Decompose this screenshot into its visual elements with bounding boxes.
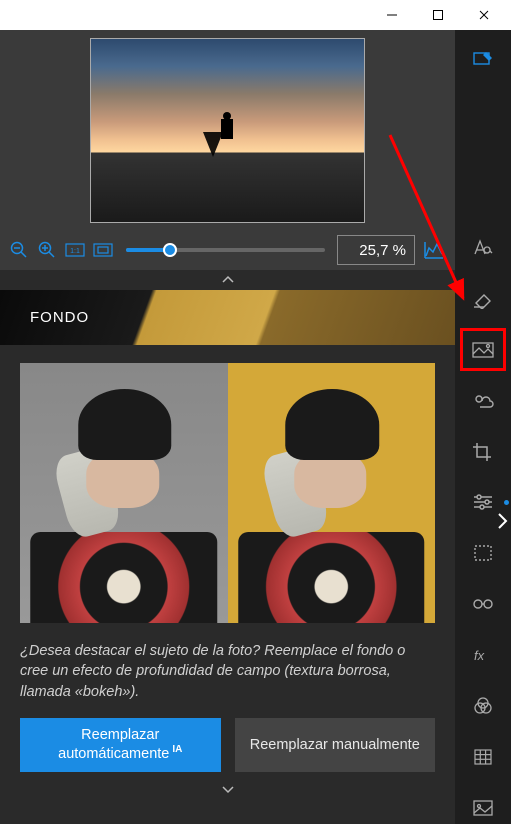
venn-tool-icon[interactable]	[465, 689, 501, 722]
collapse-up-button[interactable]	[0, 270, 455, 290]
edit-tool-icon[interactable]	[465, 44, 501, 77]
zoom-in-icon[interactable]	[36, 239, 58, 261]
marquee-tool-icon[interactable]	[465, 537, 501, 570]
example-image	[20, 363, 435, 623]
preview-canvas-area	[0, 30, 455, 230]
text-tool-icon[interactable]	[465, 232, 501, 265]
histogram-icon[interactable]	[421, 237, 447, 263]
zoom-toolbar: 1:1 25,7 %	[0, 230, 455, 270]
right-toolbar: fx	[455, 30, 511, 824]
zoom-out-icon[interactable]	[8, 239, 30, 261]
window-minimize-button[interactable]	[369, 0, 415, 30]
eraser-tool-icon[interactable]	[465, 282, 501, 315]
window-maximize-button[interactable]	[415, 0, 461, 30]
replace-auto-button[interactable]: Reemplazar automáticamenteIA	[20, 718, 221, 772]
preview-image[interactable]	[90, 38, 365, 223]
background-panel: ¿Desea destacar el sujeto de la foto? Re…	[0, 345, 455, 824]
ia-badge: IA	[172, 744, 182, 755]
crop-tool-icon[interactable]	[465, 435, 501, 468]
image-tool-icon[interactable]	[465, 791, 501, 824]
collapse-down-button[interactable]	[20, 778, 435, 800]
glasses-tool-icon[interactable]	[465, 588, 501, 621]
sliders-active-dot	[504, 500, 509, 505]
zoom-value-input[interactable]: 25,7 %	[337, 235, 415, 265]
svg-text:1:1: 1:1	[70, 248, 80, 255]
section-header: FONDO	[0, 290, 455, 345]
zoom-1to1-icon[interactable]: 1:1	[64, 239, 86, 261]
window-close-button[interactable]	[461, 0, 507, 30]
expand-right-chevron-icon[interactable]	[495, 510, 509, 537]
replace-manual-button[interactable]: Reemplazar manualmente	[235, 718, 436, 772]
replace-auto-label: Reemplazar automáticamente	[58, 727, 169, 762]
section-title: FONDO	[30, 309, 89, 326]
zoom-fit-icon[interactable]	[92, 239, 114, 261]
background-tool-icon[interactable]	[465, 333, 501, 366]
fx-tool-icon[interactable]: fx	[465, 639, 501, 672]
panel-description: ¿Desea destacar el sujeto de la foto? Re…	[20, 641, 435, 702]
svg-text:fx: fx	[474, 648, 485, 663]
weather-tool-icon[interactable]	[465, 384, 501, 417]
zoom-slider[interactable]	[126, 248, 325, 252]
replace-manual-label: Reemplazar manualmente	[250, 736, 420, 754]
grid-tool-icon[interactable]	[465, 740, 501, 773]
